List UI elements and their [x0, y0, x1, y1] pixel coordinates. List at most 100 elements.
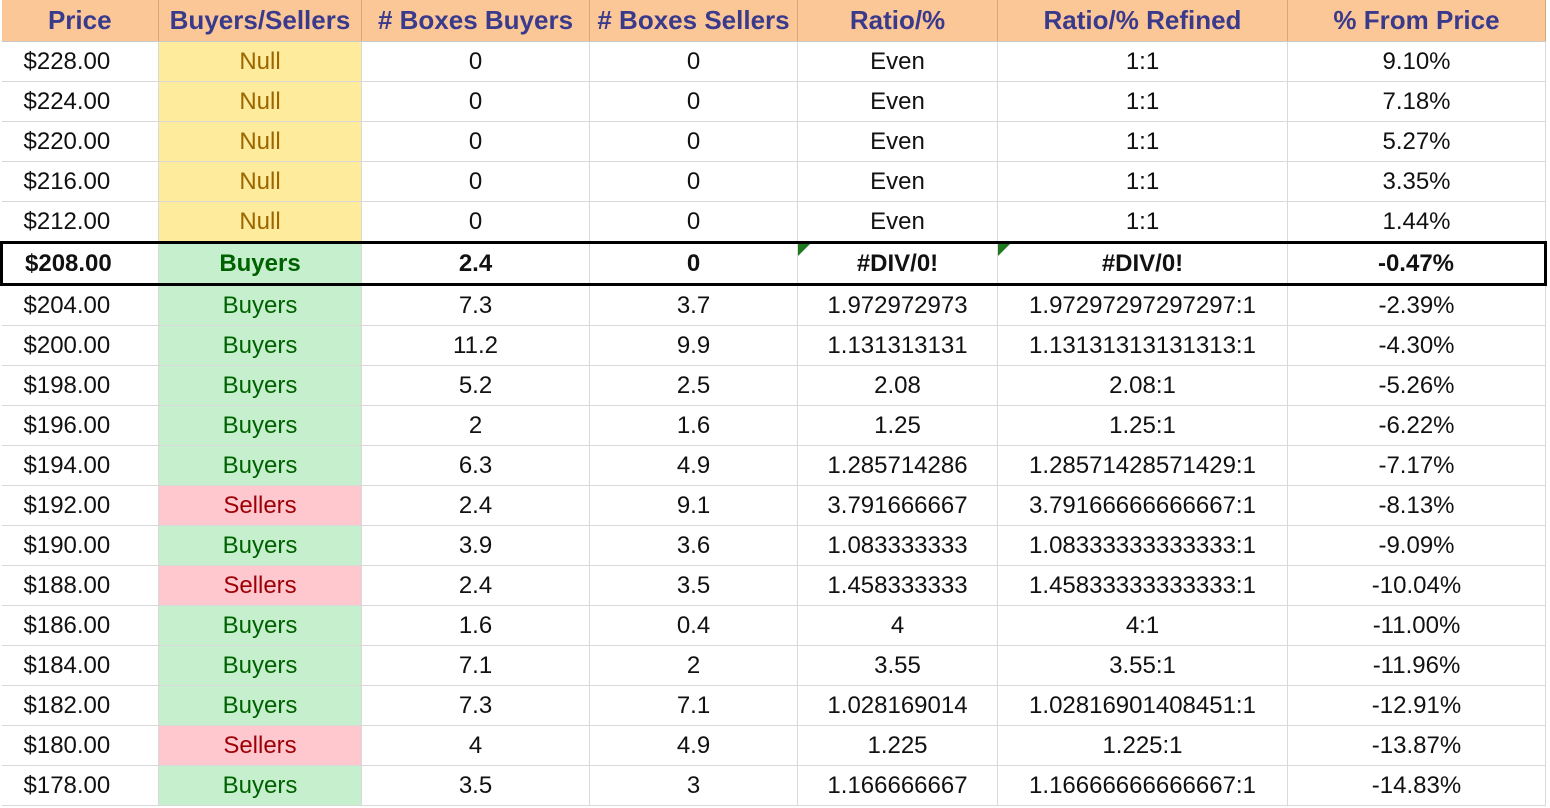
from-price-cell[interactable]: -13.87% [1287, 725, 1546, 766]
header-boxes-buyers[interactable]: # Boxes Buyers [361, 0, 590, 42]
boxes-buyers-cell[interactable]: 2.4 [361, 241, 590, 286]
from-price-cell[interactable]: -9.09% [1287, 525, 1546, 566]
side-cell[interactable]: Buyers [158, 445, 362, 486]
boxes-buyers-cell[interactable]: 2 [361, 405, 590, 446]
ratio-refined-cell[interactable]: 1:1 [997, 121, 1288, 162]
ratio-refined-cell[interactable]: 3.79166666666667:1 [997, 485, 1288, 526]
price-cell[interactable]: $208.00 [0, 241, 159, 286]
side-cell[interactable]: Null [158, 201, 362, 243]
ratio-refined-cell[interactable]: 1:1 [997, 201, 1288, 243]
price-cell[interactable]: $220.00 [1, 121, 159, 162]
ratio-refined-cell[interactable]: 4:1 [997, 605, 1288, 646]
boxes-sellers-cell[interactable]: 0.4 [589, 605, 798, 646]
from-price-cell[interactable]: -7.17% [1287, 445, 1546, 486]
ratio-refined-cell[interactable]: 1.25:1 [997, 405, 1288, 446]
from-price-cell[interactable]: -14.83% [1287, 765, 1546, 806]
side-cell[interactable]: Buyers [158, 605, 362, 646]
boxes-sellers-cell[interactable]: 3.7 [589, 284, 798, 326]
from-price-cell[interactable]: -10.04% [1287, 565, 1546, 606]
ratio-refined-cell[interactable]: 1.13131313131313:1 [997, 325, 1288, 366]
side-cell[interactable]: Buyers [158, 241, 362, 286]
side-cell[interactable]: Buyers [158, 645, 362, 686]
from-price-cell[interactable]: 5.27% [1287, 121, 1546, 162]
price-cell[interactable]: $180.00 [1, 725, 159, 766]
boxes-sellers-cell[interactable]: 1.6 [589, 405, 798, 446]
ratio-cell[interactable]: 3.55 [797, 645, 998, 686]
price-cell[interactable]: $192.00 [1, 485, 159, 526]
from-price-cell[interactable]: -2.39% [1287, 284, 1546, 326]
boxes-buyers-cell[interactable]: 0 [361, 161, 590, 202]
price-cell[interactable]: $216.00 [1, 161, 159, 202]
boxes-sellers-cell[interactable]: 0 [589, 201, 798, 243]
ratio-cell[interactable]: 2.08 [797, 365, 998, 406]
boxes-sellers-cell[interactable]: 4.9 [589, 725, 798, 766]
header-ratio[interactable]: Ratio/% [797, 0, 998, 42]
ratio-cell[interactable]: 4 [797, 605, 998, 646]
from-price-cell[interactable]: -11.00% [1287, 605, 1546, 646]
price-cell[interactable]: $196.00 [1, 405, 159, 446]
boxes-buyers-cell[interactable]: 3.9 [361, 525, 590, 566]
ratio-cell[interactable]: Even [797, 41, 998, 82]
ratio-cell[interactable]: 1.285714286 [797, 445, 998, 486]
boxes-buyers-cell[interactable]: 0 [361, 201, 590, 243]
side-cell[interactable]: Buyers [158, 525, 362, 566]
price-cell[interactable]: $200.00 [1, 325, 159, 366]
from-price-cell[interactable]: -0.47% [1287, 241, 1547, 286]
header-buyers-sellers[interactable]: Buyers/Sellers [158, 0, 362, 42]
boxes-sellers-cell[interactable]: 3.6 [589, 525, 798, 566]
from-price-cell[interactable]: 1.44% [1287, 201, 1546, 243]
boxes-buyers-cell[interactable]: 1.6 [361, 605, 590, 646]
ratio-refined-cell[interactable]: 1:1 [997, 81, 1288, 122]
boxes-sellers-cell[interactable]: 0 [589, 81, 798, 122]
price-cell[interactable]: $204.00 [1, 284, 159, 326]
boxes-buyers-cell[interactable]: 4 [361, 725, 590, 766]
side-cell[interactable]: Null [158, 161, 362, 202]
ratio-cell[interactable]: 1.028169014 [797, 685, 998, 726]
boxes-sellers-cell[interactable]: 9.1 [589, 485, 798, 526]
boxes-buyers-cell[interactable]: 6.3 [361, 445, 590, 486]
price-cell[interactable]: $224.00 [1, 81, 159, 122]
ratio-refined-cell[interactable]: 2.08:1 [997, 365, 1288, 406]
side-cell[interactable]: Sellers [158, 485, 362, 526]
ratio-cell[interactable]: 1.972972973 [797, 284, 998, 326]
price-cell[interactable]: $182.00 [1, 685, 159, 726]
from-price-cell[interactable]: -8.13% [1287, 485, 1546, 526]
ratio-cell[interactable]: 1.166666667 [797, 765, 998, 806]
ratio-refined-cell[interactable]: 1:1 [997, 41, 1288, 82]
boxes-buyers-cell[interactable]: 7.1 [361, 645, 590, 686]
from-price-cell[interactable]: -5.26% [1287, 365, 1546, 406]
boxes-sellers-cell[interactable]: 0 [589, 241, 798, 286]
from-price-cell[interactable]: 9.10% [1287, 41, 1546, 82]
boxes-sellers-cell[interactable]: 7.1 [589, 685, 798, 726]
header-price[interactable]: Price [1, 0, 159, 42]
ratio-refined-cell[interactable]: 1.02816901408451:1 [997, 685, 1288, 726]
side-cell[interactable]: Null [158, 41, 362, 82]
from-price-cell[interactable]: 7.18% [1287, 81, 1546, 122]
from-price-cell[interactable]: -6.22% [1287, 405, 1546, 446]
boxes-sellers-cell[interactable]: 0 [589, 41, 798, 82]
ratio-cell[interactable]: Even [797, 81, 998, 122]
boxes-buyers-cell[interactable]: 7.3 [361, 685, 590, 726]
from-price-cell[interactable]: -11.96% [1287, 645, 1546, 686]
boxes-buyers-cell[interactable]: 2.4 [361, 485, 590, 526]
from-price-cell[interactable]: -12.91% [1287, 685, 1546, 726]
boxes-sellers-cell[interactable]: 2 [589, 645, 798, 686]
price-cell[interactable]: $212.00 [1, 201, 159, 243]
ratio-refined-cell[interactable]: 1.28571428571429:1 [997, 445, 1288, 486]
ratio-cell[interactable]: 1.25 [797, 405, 998, 446]
price-cell[interactable]: $186.00 [1, 605, 159, 646]
boxes-buyers-cell[interactable]: 2.4 [361, 565, 590, 606]
ratio-cell[interactable]: #DIV/0! [797, 241, 998, 286]
ratio-refined-cell[interactable]: 1.97297297297297:1 [997, 284, 1288, 326]
side-cell[interactable]: Null [158, 121, 362, 162]
ratio-cell[interactable]: Even [797, 121, 998, 162]
side-cell[interactable]: Buyers [158, 284, 362, 326]
price-cell[interactable]: $198.00 [1, 365, 159, 406]
ratio-cell[interactable]: Even [797, 161, 998, 202]
side-cell[interactable]: Buyers [158, 405, 362, 446]
boxes-sellers-cell[interactable]: 2.5 [589, 365, 798, 406]
price-cell[interactable]: $228.00 [1, 41, 159, 82]
price-cell[interactable]: $194.00 [1, 445, 159, 486]
ratio-refined-cell[interactable]: 1.08333333333333:1 [997, 525, 1288, 566]
from-price-cell[interactable]: 3.35% [1287, 161, 1546, 202]
